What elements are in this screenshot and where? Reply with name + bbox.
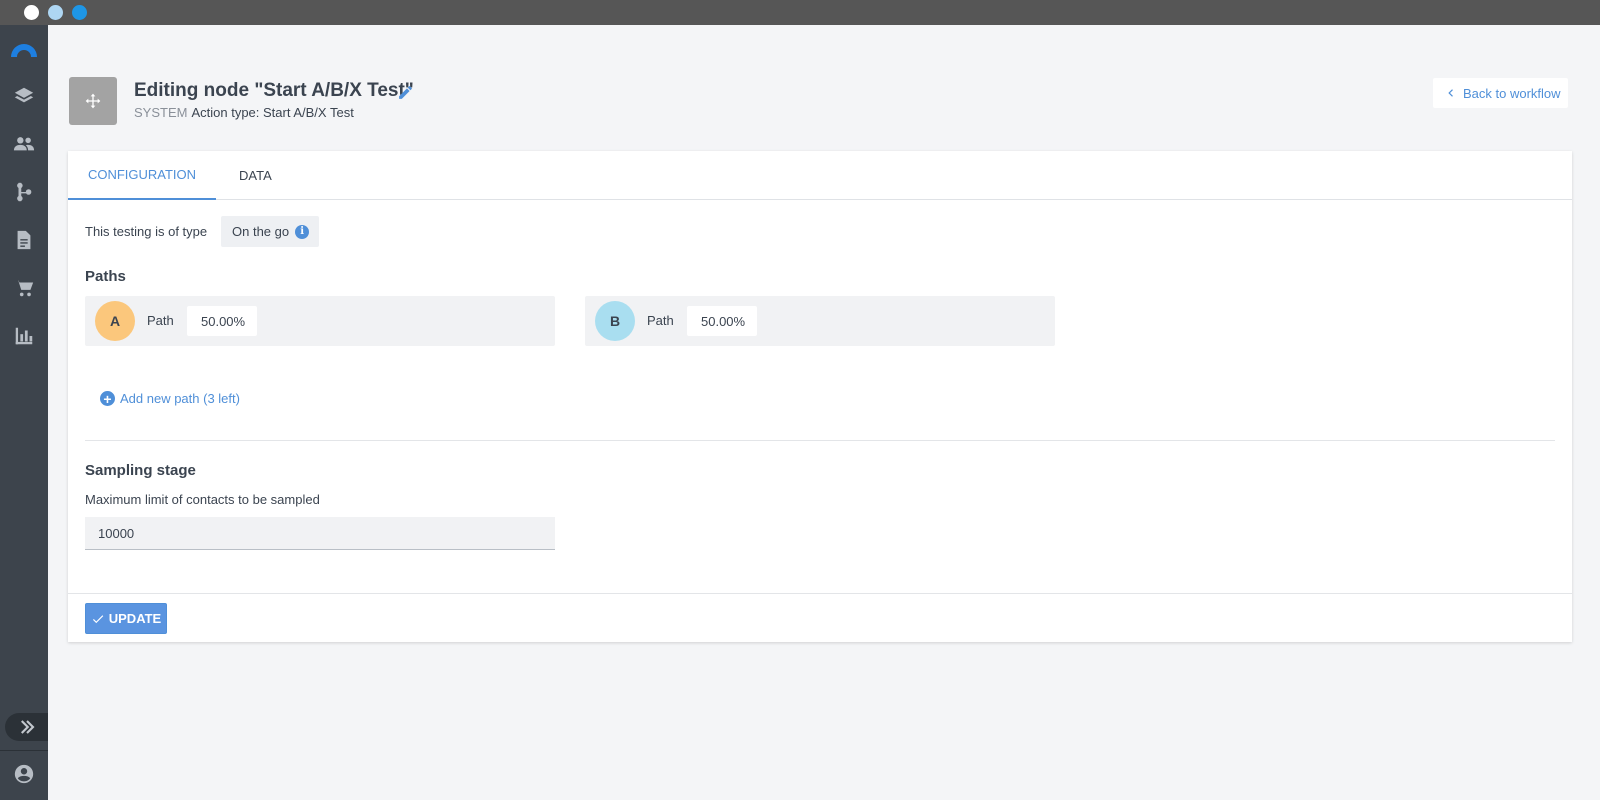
- bar-chart-icon[interactable]: [12, 324, 36, 348]
- add-new-path-button[interactable]: + Add new path (3 left): [100, 391, 240, 406]
- section-divider: [85, 440, 1555, 441]
- action-type-label: Action type: Start A/B/X Test: [191, 105, 354, 120]
- path-a-badge: A: [95, 301, 135, 341]
- window-minimize-button[interactable]: [48, 5, 63, 20]
- layers-icon[interactable]: [12, 84, 36, 108]
- add-path-label: Add new path (3 left): [120, 391, 240, 406]
- checkmark-icon: [92, 614, 103, 623]
- path-a-percent-input[interactable]: [187, 306, 257, 336]
- testing-type-value: On the go: [232, 224, 290, 239]
- sampling-stage-heading: Sampling stage: [85, 462, 196, 479]
- paths-heading: Paths: [85, 268, 126, 285]
- max-contacts-input[interactable]: [85, 517, 555, 550]
- system-label: SYSTEM: [134, 105, 188, 120]
- back-to-workflow-button[interactable]: Back to workflow: [1433, 78, 1568, 108]
- brand-arc-icon[interactable]: [9, 40, 39, 58]
- path-b-label: Path: [647, 313, 674, 328]
- window-close-button[interactable]: [24, 5, 39, 20]
- cart-icon[interactable]: [12, 276, 36, 300]
- footer-divider: [68, 593, 1572, 594]
- page-subtitle: SYSTEM Action type: Start A/B/X Test: [134, 105, 354, 120]
- workflow-icon[interactable]: [12, 180, 36, 204]
- info-icon[interactable]: i: [295, 224, 310, 239]
- move-arrows-icon: [69, 77, 117, 125]
- max-contacts-label: Maximum limit of contacts to be sampled: [85, 492, 320, 507]
- sidebar-divider: [0, 750, 48, 751]
- path-row-a: A Path: [85, 296, 555, 346]
- testing-type-chip[interactable]: On the go i: [221, 216, 319, 247]
- chevron-left-icon: [1448, 89, 1453, 97]
- update-label: UPDATE: [108, 611, 162, 626]
- tab-bar: CONFIGURATION DATA: [68, 151, 1572, 200]
- back-label: Back to workflow: [1463, 85, 1561, 101]
- tab-configuration[interactable]: CONFIGURATION: [68, 151, 216, 200]
- user-circle-icon[interactable]: [12, 762, 36, 786]
- testing-type-label: This testing is of type: [85, 224, 208, 239]
- people-icon[interactable]: [12, 132, 36, 156]
- sidebar: [0, 25, 48, 800]
- plus-circle-icon: +: [100, 391, 115, 406]
- window-maximize-button[interactable]: [72, 5, 87, 20]
- document-icon[interactable]: [12, 228, 36, 252]
- page-title: Editing node "Start A/B/X Test": [134, 80, 414, 101]
- double-chevron-right-icon[interactable]: [5, 713, 48, 741]
- path-b-percent-input[interactable]: [687, 306, 757, 336]
- tab-data[interactable]: DATA: [239, 151, 272, 200]
- node-editor-card: CONFIGURATION DATA This testing is of ty…: [68, 151, 1572, 642]
- path-row-b: B Path: [585, 296, 1055, 346]
- window-titlebar: [0, 0, 1600, 25]
- update-button[interactable]: UPDATE: [85, 603, 167, 634]
- path-b-badge: B: [595, 301, 635, 341]
- path-a-label: Path: [147, 313, 174, 328]
- pencil-edit-icon[interactable]: [397, 84, 414, 101]
